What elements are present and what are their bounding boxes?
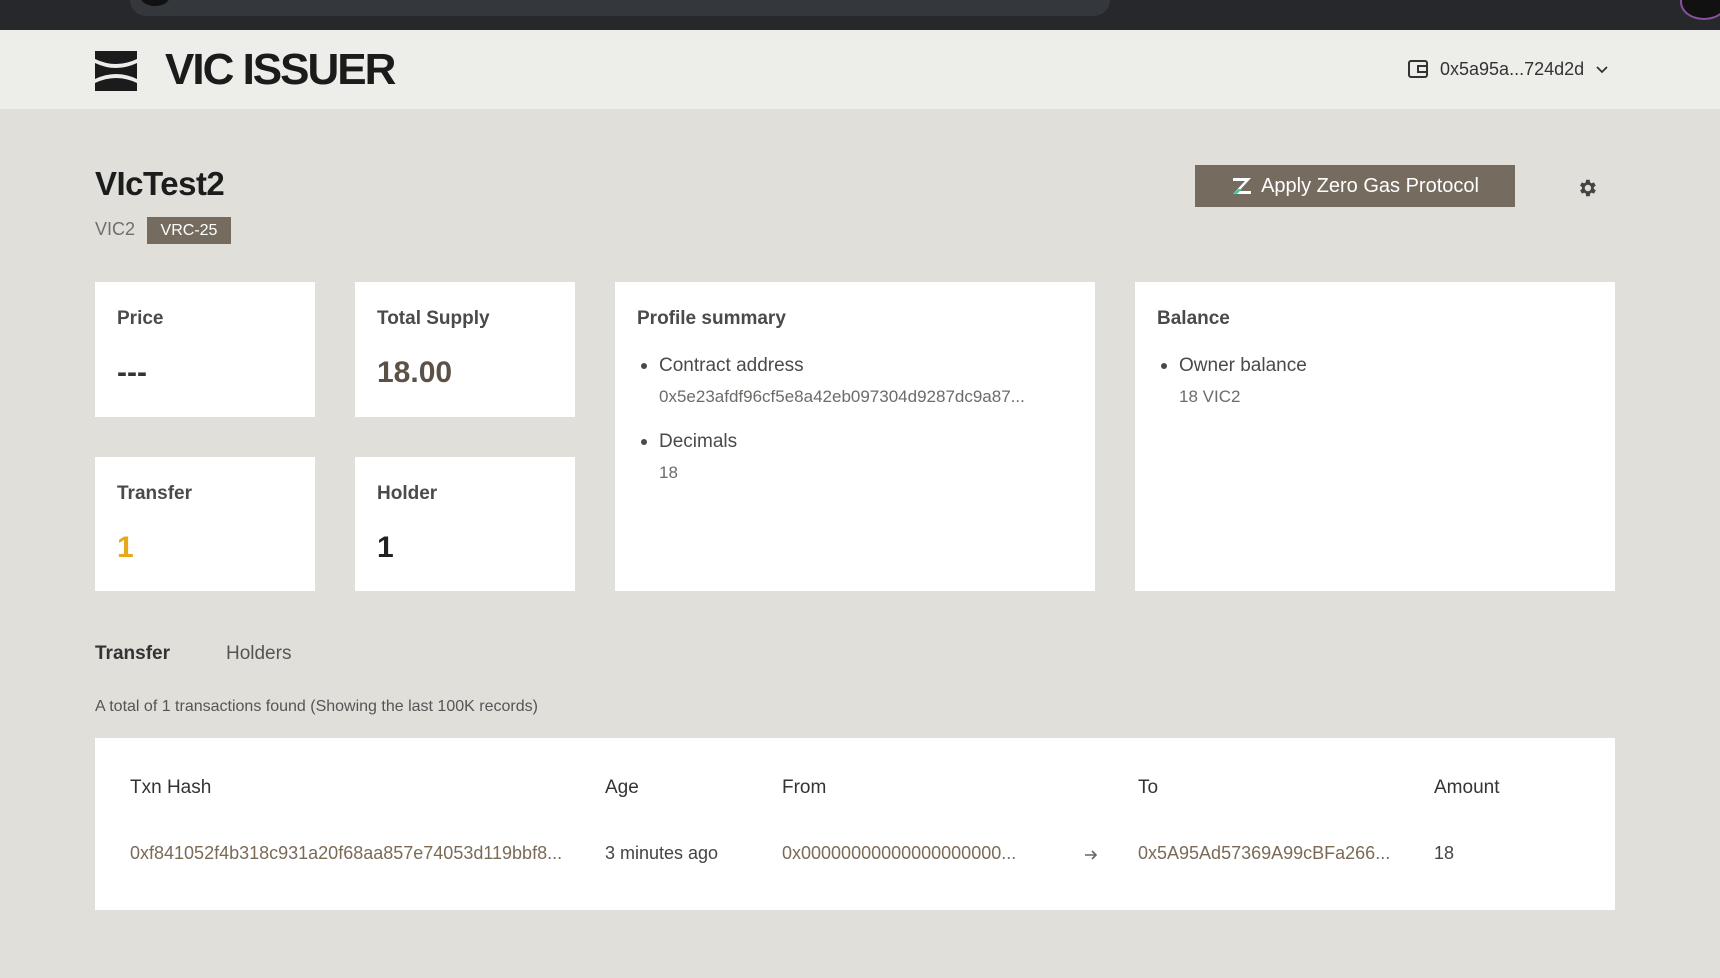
token-name: VIcTest2 xyxy=(95,165,225,202)
contract-address-label: Contract address xyxy=(659,355,804,376)
txn-amount: 18 xyxy=(1434,843,1455,863)
transfer-label: Transfer xyxy=(117,483,192,504)
arrow-right-icon xyxy=(1085,850,1098,860)
header-to: To xyxy=(1138,777,1159,798)
balance-list: Owner balance 18 VIC2 xyxy=(1157,354,1597,430)
brand-title: VIC ISSUER xyxy=(165,45,396,94)
transfer-value: 1 xyxy=(117,531,134,564)
transactions-table: Txn Hash Age From To Amount 0xf841052f4b… xyxy=(95,738,1615,910)
profile-summary-card: Profile summary Contract address 0x5e23a… xyxy=(615,282,1095,591)
contract-address-value[interactable]: 0x5e23afdf96cf5e8a42eb097304d9287dc9a87.… xyxy=(659,386,1077,408)
decimals-label: Decimals xyxy=(659,431,738,452)
holder-value: 1 xyxy=(377,531,394,564)
gear-icon[interactable] xyxy=(1576,177,1598,199)
tab-transfer[interactable]: Transfer xyxy=(95,643,170,665)
owner-balance-label: Owner balance xyxy=(1179,355,1307,376)
price-label: Price xyxy=(117,308,164,329)
holder-card: Holder 1 xyxy=(355,457,575,591)
apply-zero-gas-label: Apply Zero Gas Protocol xyxy=(1261,174,1479,197)
zero-gas-icon xyxy=(1233,178,1252,194)
wallet-dropdown[interactable]: 0x5a95a...724d2d xyxy=(1407,56,1610,82)
app-header: VIC ISSUER 0x5a95a...724d2d xyxy=(0,30,1720,109)
price-value: --- xyxy=(117,356,147,389)
to-address-link[interactable]: 0x5A95Ad57369A99cBFa266... xyxy=(1138,843,1390,864)
wallet-address: 0x5a95a...724d2d xyxy=(1440,58,1585,79)
owner-balance-value: 18 VIC2 xyxy=(1179,387,1241,406)
tab-holders[interactable]: Holders xyxy=(226,643,291,665)
txn-age: 3 minutes ago xyxy=(605,843,719,863)
activity-tabs: Transfer Holders xyxy=(95,643,291,665)
apply-zero-gas-button[interactable]: Apply Zero Gas Protocol xyxy=(1195,165,1515,207)
profile-summary-list: Contract address 0x5e23afdf96cf5e8a42eb0… xyxy=(637,354,1077,506)
browser-profile-icon[interactable] xyxy=(1680,0,1720,20)
decimals-value: 18 xyxy=(659,463,678,482)
total-supply-label: Total Supply xyxy=(377,308,490,329)
holder-label: Holder xyxy=(377,483,438,504)
header-amount: Amount xyxy=(1434,777,1500,798)
token-symbol: VIC2 xyxy=(95,219,136,239)
header-from: From xyxy=(782,777,827,798)
browser-address-pill[interactable] xyxy=(130,0,1110,16)
browser-chrome-bar xyxy=(0,0,1720,30)
balance-title: Balance xyxy=(1157,308,1230,329)
total-supply-card: Total Supply 18.00 xyxy=(355,282,575,417)
header-txn-hash: Txn Hash xyxy=(130,777,212,798)
decimals-item: Decimals 18 xyxy=(637,430,1077,484)
chevron-down-icon xyxy=(1596,66,1608,74)
wallet-icon xyxy=(1408,60,1428,78)
transfer-card: Transfer 1 xyxy=(95,457,315,591)
txn-hash-link[interactable]: 0xf841052f4b318c931a20f68aa857e74053d119… xyxy=(130,843,562,864)
contract-address-item: Contract address 0x5e23afdf96cf5e8a42eb0… xyxy=(637,354,1077,408)
from-address-link[interactable]: 0x00000000000000000000... xyxy=(782,843,1016,864)
vic-logo-icon[interactable] xyxy=(95,51,137,91)
profile-summary-title: Profile summary xyxy=(637,308,786,329)
token-standard-badge: VRC-25 xyxy=(147,217,231,244)
total-supply-value: 18.00 xyxy=(377,356,453,389)
balance-card: Balance Owner balance 18 VIC2 xyxy=(1135,282,1615,591)
owner-balance-item: Owner balance 18 VIC2 xyxy=(1157,354,1597,408)
transactions-summary: A total of 1 transactions found (Showing… xyxy=(95,698,538,715)
price-card: Price --- xyxy=(95,282,315,417)
header-age: Age xyxy=(605,777,639,798)
